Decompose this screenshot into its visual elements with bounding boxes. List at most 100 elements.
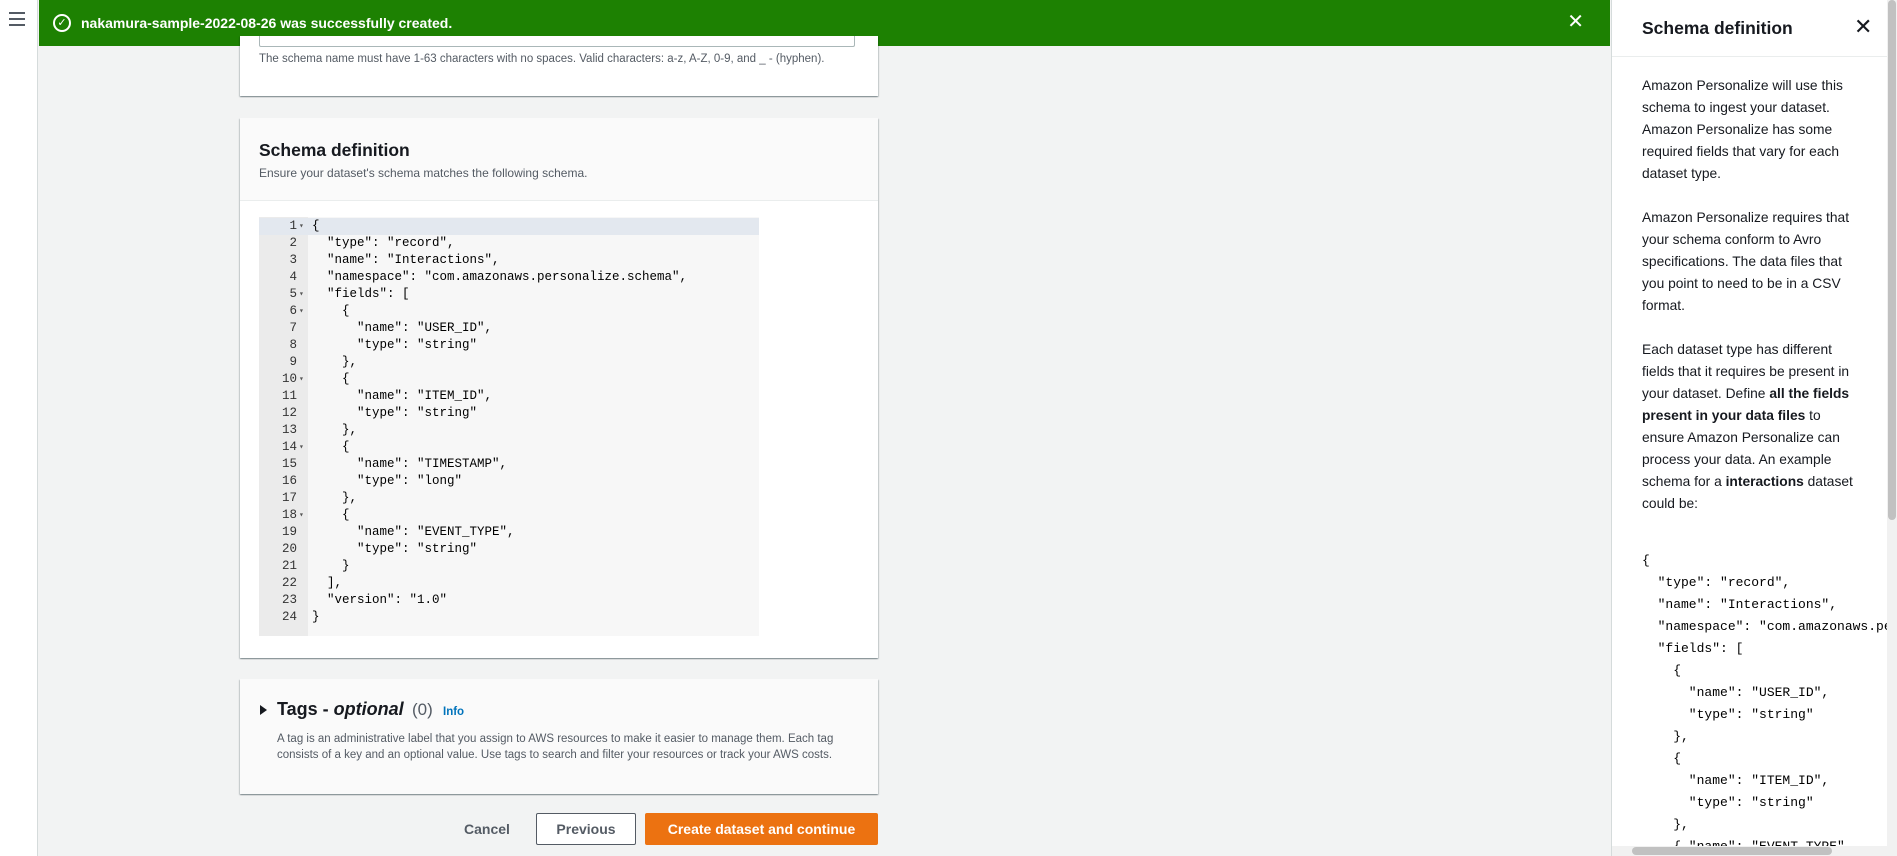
help-body: Amazon Personalize will use this schema … xyxy=(1642,75,1854,537)
line-number: 10 xyxy=(281,372,297,386)
line-number: 24 xyxy=(281,610,297,624)
code-text: { xyxy=(312,304,350,318)
help-paragraph: Amazon Personalize requires that your sc… xyxy=(1642,210,1850,313)
help-vertical-scrollbar[interactable] xyxy=(1887,0,1897,856)
code-text: }, xyxy=(312,423,358,437)
help-example-code: { "type": "record", "name": "Interaction… xyxy=(1642,553,1897,854)
code-text: } xyxy=(312,610,320,624)
schema-name-panel: The schema name must have 1-63 character… xyxy=(240,36,878,96)
fold-icon[interactable]: ▾ xyxy=(299,507,304,524)
code-text: "type": "record", xyxy=(312,236,455,250)
code-text: "name": "USER_ID", xyxy=(312,321,493,335)
editor-line[interactable]: 13 }, xyxy=(259,422,759,439)
editor-line[interactable]: 23 "version": "1.0" xyxy=(259,592,759,609)
editor-line[interactable]: 3 "name": "Interactions", xyxy=(259,252,759,269)
help-paragraph: Amazon Personalize will use this schema … xyxy=(1642,78,1843,181)
editor-line[interactable]: 21 } xyxy=(259,558,759,575)
editor-line[interactable]: 19 "name": "EVENT_TYPE", xyxy=(259,524,759,541)
line-number: 15 xyxy=(281,457,297,471)
line-number: 4 xyxy=(289,270,297,284)
close-icon[interactable]: ✕ xyxy=(1854,16,1872,38)
hamburger-icon[interactable] xyxy=(9,12,27,26)
line-number: 11 xyxy=(281,389,297,403)
help-paragraph: Each dataset type has different fields t… xyxy=(1642,342,1853,511)
schema-name-input[interactable] xyxy=(259,36,855,47)
schema-panel-header: Schema definition Ensure your dataset's … xyxy=(240,118,878,201)
close-icon[interactable]: ✕ xyxy=(1567,12,1584,32)
code-text: { xyxy=(312,508,350,522)
line-number: 7 xyxy=(289,321,297,335)
editor-line[interactable]: 16 "type": "long" xyxy=(259,473,759,490)
help-panel-title: Schema definition xyxy=(1642,18,1793,38)
line-number: 22 xyxy=(281,576,297,590)
left-nav-rail xyxy=(0,0,38,856)
editor-line[interactable]: 5 ▾ "fields": [ xyxy=(259,286,759,303)
line-number: 12 xyxy=(281,406,297,420)
editor-line[interactable]: 22 ], xyxy=(259,575,759,592)
editor-line[interactable]: 12 "type": "string" xyxy=(259,405,759,422)
help-horizontal-scrollbar[interactable] xyxy=(1612,846,1888,856)
line-number: 20 xyxy=(281,542,297,556)
line-number: 2 xyxy=(289,236,297,250)
line-number: 13 xyxy=(281,423,297,437)
editor-line[interactable]: 24} xyxy=(259,609,759,626)
line-number: 14 xyxy=(281,440,297,454)
editor-line[interactable]: 20 "type": "string" xyxy=(259,541,759,558)
editor-line[interactable]: 8 "type": "string" xyxy=(259,337,759,354)
schema-definition-panel: Schema definition Ensure your dataset's … xyxy=(240,118,878,658)
editor-line[interactable]: 11 "name": "ITEM_ID", xyxy=(259,388,759,405)
line-number: 17 xyxy=(281,491,297,505)
editor-line[interactable]: 15 "name": "TIMESTAMP", xyxy=(259,456,759,473)
editor-line[interactable]: 2 "type": "record", xyxy=(259,235,759,252)
code-text: "name": "ITEM_ID", xyxy=(312,389,493,403)
code-text: }, xyxy=(312,491,358,505)
code-text: "name": "TIMESTAMP", xyxy=(312,457,508,471)
code-text: { xyxy=(312,372,350,386)
tags-info-link[interactable]: Info xyxy=(443,706,464,718)
editor-line[interactable]: 14 ▾ { xyxy=(259,439,759,456)
caret-right-icon[interactable] xyxy=(260,705,267,715)
schema-code-editor[interactable]: 1 ▾{2 "type": "record", 3 "name": "Interac… xyxy=(259,217,759,636)
editor-line[interactable]: 18 ▾ { xyxy=(259,507,759,524)
tags-title[interactable]: Tags - optional xyxy=(277,699,404,720)
code-text: "type": "string" xyxy=(312,338,478,352)
main-content: The schema name must have 1-63 character… xyxy=(39,36,1610,856)
schema-panel-description: Ensure your dataset's schema matches the… xyxy=(259,166,588,180)
code-text: "name": "EVENT_TYPE", xyxy=(312,525,515,539)
fold-icon[interactable]: ▾ xyxy=(299,439,304,456)
previous-button[interactable]: Previous xyxy=(536,813,636,845)
line-number: 6 xyxy=(289,304,297,318)
check-circle-icon: ✓ xyxy=(53,14,71,32)
code-text: "namespace": "com.amazonaws.personalize.… xyxy=(312,270,688,284)
code-text: { xyxy=(312,440,350,454)
editor-line[interactable]: 17 }, xyxy=(259,490,759,507)
code-text: "type": "string" xyxy=(312,406,478,420)
create-dataset-button[interactable]: Create dataset and continue xyxy=(645,813,878,845)
code-text: } xyxy=(312,559,350,573)
editor-line[interactable]: 4 "namespace": "com.amazonaws.personaliz… xyxy=(259,269,759,286)
flash-message: nakamura-sample-2022-08-26 was successfu… xyxy=(81,15,453,31)
tags-panel: Tags - optional (0) Info A tag is an adm… xyxy=(240,679,878,794)
fold-icon[interactable]: ▾ xyxy=(299,303,304,320)
editor-line[interactable]: 1 ▾ { xyxy=(259,218,759,235)
code-text: "version": "1.0" xyxy=(312,593,448,607)
editor-line[interactable]: 9 }, xyxy=(259,354,759,371)
fold-icon[interactable]: ▾ xyxy=(299,286,304,303)
line-number: 23 xyxy=(281,593,297,607)
editor-line[interactable]: 10 ▾ { xyxy=(259,371,759,388)
line-number: 3 xyxy=(289,253,297,267)
fold-icon[interactable]: ▾ xyxy=(299,218,304,235)
tags-count: (0) xyxy=(412,700,433,719)
schema-name-hint: The schema name must have 1-63 character… xyxy=(259,53,825,65)
code-text: { xyxy=(312,219,320,233)
cancel-button[interactable]: Cancel xyxy=(453,813,521,845)
code-text: ], xyxy=(312,576,343,590)
line-number: 21 xyxy=(281,559,297,573)
code-text: "type": "string" xyxy=(312,542,478,556)
editor-line[interactable]: 7 "name": "USER_ID", xyxy=(259,320,759,337)
help-panel: Schema definition ✕ Amazon Personalize w… xyxy=(1611,0,1897,856)
fold-icon[interactable]: ▾ xyxy=(299,371,304,388)
editor-line[interactable]: 6 ▾ { xyxy=(259,303,759,320)
code-text: "type": "long" xyxy=(312,474,463,488)
line-number: 16 xyxy=(281,474,297,488)
